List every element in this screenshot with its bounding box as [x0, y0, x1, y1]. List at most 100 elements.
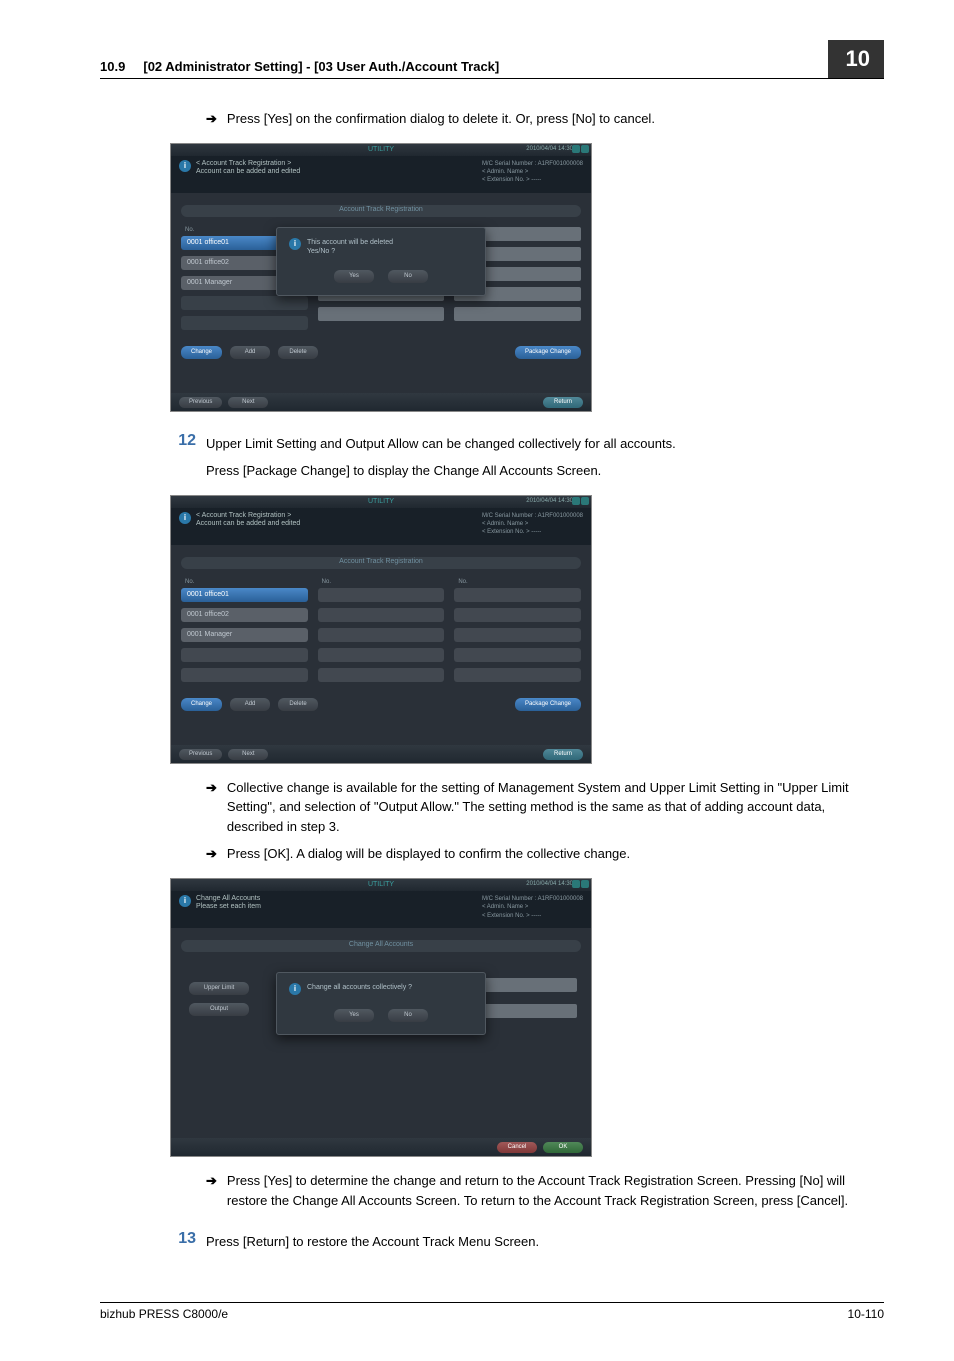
change-button[interactable]: Change	[181, 698, 222, 711]
arrow-icon: ➔	[206, 109, 217, 129]
ss-title: Change All Accounts Please set each item	[196, 895, 261, 912]
ss-statusbar: Previous Next Return	[171, 393, 591, 411]
ss-tabbar: Account Track Registration	[181, 205, 581, 217]
help-icon	[581, 497, 589, 505]
yes-button[interactable]: Yes	[334, 270, 374, 283]
add-button[interactable]: Add	[230, 346, 270, 359]
utility-label: UTILITY	[368, 498, 394, 505]
add-button[interactable]: Add	[230, 698, 270, 711]
footer-page: 10-110	[848, 1307, 884, 1321]
delete-button[interactable]: Delete	[278, 346, 318, 359]
ss-topbar: UTILITY 2010/04/04 14:30	[171, 879, 591, 891]
ss-meta-serial: M/C Serial Number : A1RF001000008	[482, 160, 583, 168]
confirm-dialog: i This account will be deleted Yes/No ? …	[276, 227, 486, 296]
toner-icon	[572, 497, 580, 505]
help-icon	[581, 880, 589, 888]
ss-statusbar: Cancel OK	[171, 1138, 591, 1156]
ss-body: Change All Accounts Upper Limit Output i…	[171, 928, 591, 1138]
list-item	[454, 608, 581, 622]
cancel-button[interactable]: Cancel	[497, 1142, 537, 1153]
ss-title-line2: Account can be added and edited	[196, 168, 300, 176]
footer-product: bizhub PRESS C8000/e	[100, 1307, 228, 1321]
dialog-text: This account will be deleted Yes/No ?	[307, 238, 393, 256]
ss-meta-admin: < Admin. Name >	[482, 168, 583, 176]
screenshot-delete-confirm: UTILITY 2010/04/04 14:30 i < Account Tra…	[170, 143, 592, 412]
arrow-icon: ➔	[206, 1171, 217, 1191]
package-change-button[interactable]: Package Change	[515, 346, 581, 359]
dialog-text: Change all accounts collectively ?	[307, 983, 412, 992]
step12-bullet-1: ➔ Collective change is available for the…	[206, 778, 884, 837]
previous-button[interactable]: Previous	[179, 749, 222, 760]
ss-tabbar: Account Track Registration	[181, 557, 581, 569]
list-item	[318, 668, 445, 682]
ss-title: < Account Track Registration > Account c…	[196, 512, 300, 529]
utility-label: UTILITY	[368, 881, 394, 888]
ss-tab-label: Account Track Registration	[339, 206, 423, 213]
ss-meta: M/C Serial Number : A1RF001000008 < Admi…	[482, 160, 583, 185]
dialog-line1: This account will be deleted	[307, 238, 393, 247]
screenshot-account-list: UTILITY 2010/04/04 14:30 i < Account Tra…	[170, 495, 592, 764]
ss-meta-admin: < Admin. Name >	[482, 903, 583, 911]
previous-button[interactable]: Previous	[179, 397, 222, 408]
step-12-sub: Press [Package Change] to display the Ch…	[206, 461, 884, 481]
page-footer: bizhub PRESS C8000/e 10-110	[100, 1302, 884, 1321]
ss-title-line1: < Account Track Registration >	[196, 160, 300, 168]
upper-limit-button[interactable]: Upper Limit	[189, 982, 249, 995]
list-item	[181, 316, 308, 330]
info-icon: i	[289, 983, 301, 995]
ss-title-line1: Change All Accounts	[196, 895, 261, 903]
step12-bullet-2: ➔ Press [OK]. A dialog will be displayed…	[206, 844, 884, 864]
confirm-dialog: i Change all accounts collectively ? Yes…	[276, 972, 486, 1035]
step12-bullet-2-text: Press [OK]. A dialog will be displayed t…	[227, 844, 884, 864]
list-item	[181, 296, 308, 310]
ss-meta: M/C Serial Number : A1RF001000008 < Admi…	[482, 895, 583, 920]
list-item[interactable]: 0001 office01	[181, 588, 308, 602]
list-item	[318, 307, 445, 321]
ss-meta-serial: M/C Serial Number : A1RF001000008	[482, 895, 583, 903]
ss-title-line2: Please set each item	[196, 903, 261, 911]
ok-button[interactable]: OK	[543, 1142, 583, 1153]
step-text: Upper Limit Setting and Output Allow can…	[206, 432, 884, 454]
change-button[interactable]: Change	[181, 346, 222, 359]
section-heading: 10.9 [02 Administrator Setting] - [03 Us…	[100, 59, 499, 74]
step-13: 13 Press [Return] to restore the Account…	[170, 1230, 884, 1252]
return-button[interactable]: Return	[543, 749, 583, 760]
yes-button[interactable]: Yes	[334, 1009, 374, 1022]
ss-topbar: UTILITY 2010/04/04 14:30	[171, 144, 591, 156]
col-no-label: No.	[185, 579, 308, 585]
side-buttons: Upper Limit Output	[189, 982, 249, 1016]
ss-meta-admin: < Admin. Name >	[482, 520, 583, 528]
chapter-badge: 10	[828, 40, 884, 78]
step-number: 13	[170, 1230, 206, 1248]
list-item	[181, 668, 308, 682]
no-button[interactable]: No	[388, 1009, 428, 1022]
delete-button[interactable]: Delete	[278, 698, 318, 711]
return-button[interactable]: Return	[543, 397, 583, 408]
ss-header: i Change All Accounts Please set each it…	[171, 891, 591, 928]
toner-icon	[572, 880, 580, 888]
topbar-icons	[572, 880, 589, 888]
ss-topbar: UTILITY 2010/04/04 14:30	[171, 496, 591, 508]
package-change-button[interactable]: Package Change	[515, 698, 581, 711]
next-button[interactable]: Next	[228, 397, 268, 408]
list-item	[454, 668, 581, 682]
list-item[interactable]: 0001 office02	[181, 608, 308, 622]
ss-body: Account Track Registration No. 0001 offi…	[171, 193, 591, 393]
dialog-line2: Yes/No ?	[307, 247, 393, 256]
arrow-icon: ➔	[206, 844, 217, 864]
list-item[interactable]: 0001 Manager	[181, 628, 308, 642]
datetime-label: 2010/04/04 14:30	[526, 146, 573, 152]
ss-header: i < Account Track Registration > Account…	[171, 156, 591, 193]
info-icon: i	[179, 512, 191, 524]
utility-label: UTILITY	[368, 146, 394, 153]
list-item	[454, 648, 581, 662]
next-button[interactable]: Next	[228, 749, 268, 760]
output-button[interactable]: Output	[189, 1003, 249, 1016]
ss-tabbar: Change All Accounts	[181, 940, 581, 952]
ss-meta-ext: < Extension No. > -----	[482, 528, 583, 536]
info-icon: i	[179, 160, 191, 172]
no-button[interactable]: No	[388, 270, 428, 283]
datetime-label: 2010/04/04 14:30	[526, 498, 573, 504]
ss-title-line2: Account can be added and edited	[196, 520, 300, 528]
ss-header: i < Account Track Registration > Account…	[171, 508, 591, 545]
